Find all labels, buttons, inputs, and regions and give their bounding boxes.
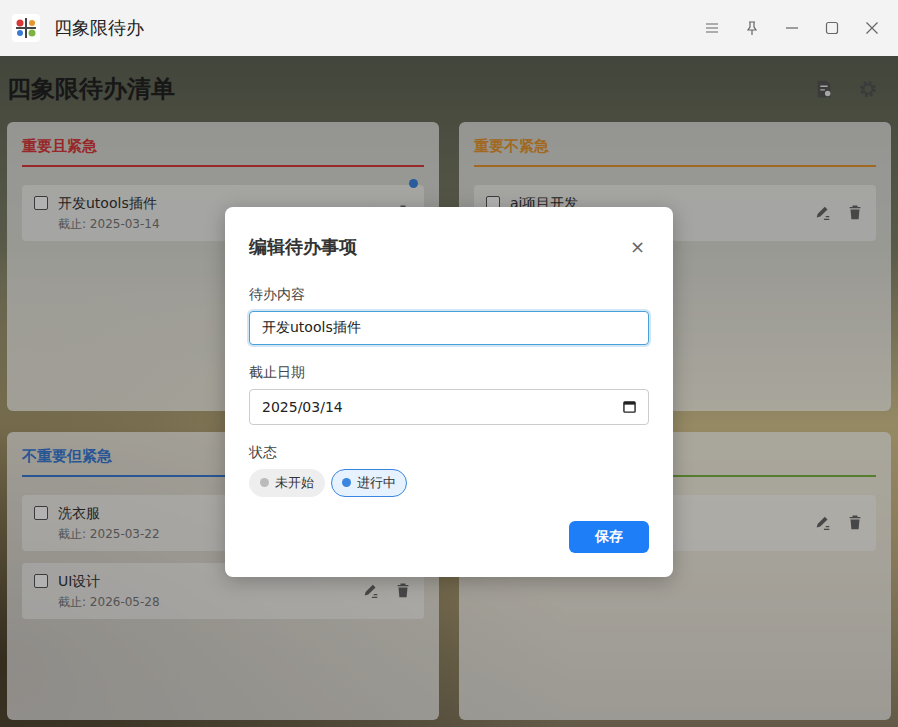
- app-logo-icon: [12, 14, 40, 42]
- dialog-title: 编辑待办事项: [249, 235, 357, 259]
- form-field: 截止日期 2025/03/14: [249, 363, 649, 425]
- content: 四象限待办清单重要且紧急开发utools插件截止: 2025-03-14重要不紧…: [0, 56, 898, 727]
- modal-overlay: 编辑待办事项 × 待办内容截止日期 2025/03/14 状态未开始进行中保存: [0, 56, 898, 727]
- content-input[interactable]: [249, 311, 649, 345]
- save-button[interactable]: 保存: [569, 521, 649, 553]
- status-dot: [342, 478, 351, 487]
- status-option[interactable]: 进行中: [331, 469, 407, 497]
- pin-icon[interactable]: [744, 20, 760, 36]
- close-window-icon[interactable]: [864, 20, 880, 36]
- field-label: 待办内容: [249, 285, 649, 303]
- form-field: 待办内容: [249, 285, 649, 345]
- minimize-icon[interactable]: [784, 20, 800, 36]
- field-label: 截止日期: [249, 363, 649, 381]
- app-window: 四象限待办四象限待办清单重要且紧急开发utools插件截止: 2025-03-1…: [0, 0, 898, 727]
- dialog-close-button[interactable]: ×: [626, 236, 649, 257]
- status-option[interactable]: 未开始: [249, 469, 325, 497]
- edit-dialog: 编辑待办事项 × 待办内容截止日期 2025/03/14 状态未开始进行中保存: [225, 207, 673, 577]
- window-title: 四象限待办: [54, 16, 144, 40]
- maximize-icon[interactable]: [824, 20, 840, 36]
- menu-icon[interactable]: [704, 20, 720, 36]
- status-dot: [260, 478, 269, 487]
- calendar-icon[interactable]: [623, 400, 636, 413]
- date-input[interactable]: 2025/03/14: [249, 389, 649, 425]
- date-value: 2025/03/14: [262, 399, 343, 415]
- status-field: 状态未开始进行中: [249, 443, 649, 497]
- field-label: 状态: [249, 443, 649, 461]
- title-bar: 四象限待办: [0, 0, 898, 56]
